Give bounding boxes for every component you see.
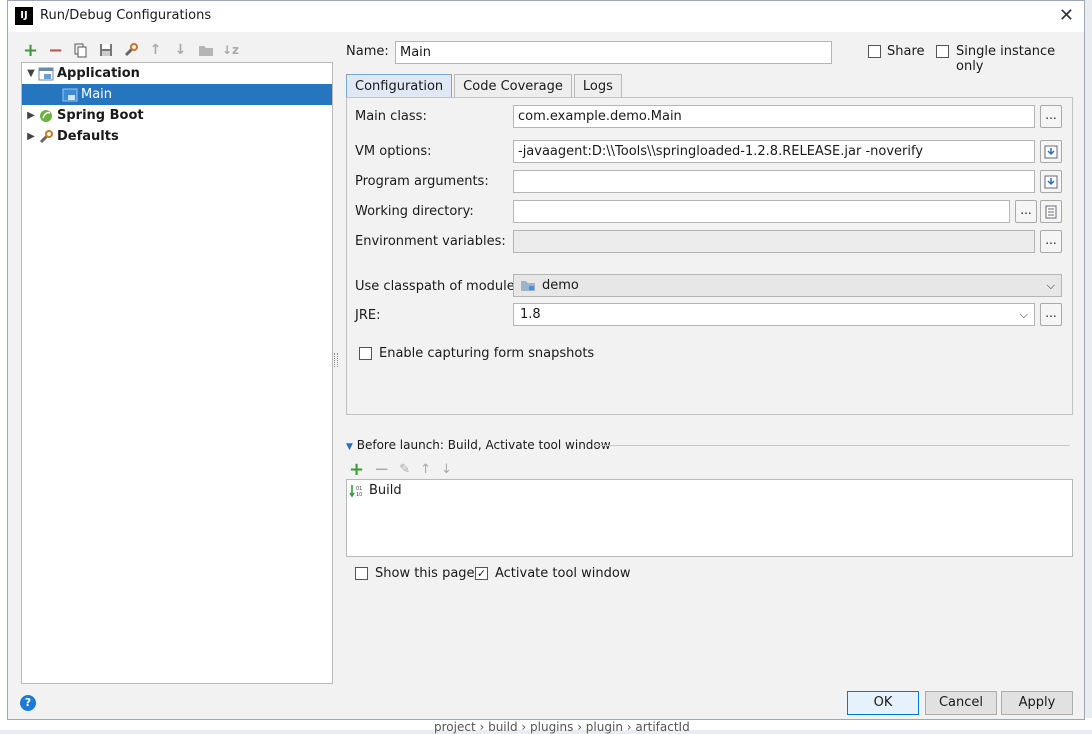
ok-button[interactable]: OK xyxy=(847,691,919,715)
snapshots-label: Enable capturing form snapshots xyxy=(379,346,595,361)
vm-options-expand-button[interactable] xyxy=(1040,140,1062,163)
env-vars-input[interactable] xyxy=(513,230,1035,253)
tree-item-defaults[interactable]: ▶ Defaults xyxy=(22,126,332,147)
folder-icon xyxy=(197,42,214,59)
chevron-right-icon[interactable]: ▶ xyxy=(24,131,38,142)
list-item-label: Build xyxy=(369,483,402,498)
before-launch-list: 01 10 Build xyxy=(346,479,1073,557)
configuration-tree: ▼ Application Main ▶ Spring Boot ▶ Defau… xyxy=(21,62,333,684)
env-vars-label: Environment variables: xyxy=(355,234,506,249)
before-launch-header[interactable]: ▼ Before launch: Build, Activate tool wi… xyxy=(346,438,611,452)
working-dir-label: Working directory: xyxy=(355,204,474,219)
tree-item-spring-boot[interactable]: ▶ Spring Boot xyxy=(22,105,332,126)
cancel-button[interactable]: Cancel xyxy=(925,691,997,715)
working-dir-input[interactable] xyxy=(513,200,1010,223)
config-tabs: Configuration Code Coverage Logs xyxy=(346,74,624,98)
show-page-checkbox[interactable] xyxy=(355,567,368,580)
working-dir-macro-button[interactable] xyxy=(1040,200,1062,223)
classpath-value: demo xyxy=(542,278,579,293)
share-label: Share xyxy=(887,44,925,59)
application-icon xyxy=(62,88,78,102)
name-input[interactable]: Main xyxy=(395,41,832,64)
tab-configuration[interactable]: Configuration xyxy=(346,74,453,98)
intellij-logo-icon: IJ xyxy=(15,7,33,25)
build-icon: 0110 xyxy=(349,484,362,498)
collapse-triangle-icon: ▼ xyxy=(346,442,353,452)
chevron-right-icon[interactable]: ▶ xyxy=(24,110,38,121)
jre-select[interactable]: 1.8 ⌵ xyxy=(513,303,1035,326)
tree-item-main[interactable]: Main xyxy=(22,84,332,105)
application-icon xyxy=(38,67,54,81)
classpath-label: Use classpath of module: xyxy=(355,279,520,294)
program-args-label: Program arguments: xyxy=(355,174,489,189)
jre-label: JRE: xyxy=(355,308,381,323)
activate-tool-window-label: Activate tool window xyxy=(495,566,631,581)
main-class-browse-button[interactable]: ... xyxy=(1040,105,1062,128)
jre-value: 1.8 xyxy=(520,307,541,322)
vm-options-input[interactable]: -javaagent:D:\\Tools\\springloaded-1.2.8… xyxy=(513,140,1035,163)
chevron-down-icon[interactable]: ▼ xyxy=(24,68,38,79)
main-class-label: Main class: xyxy=(355,109,427,124)
config-toolbar: + − ↑ ↓ ↓z xyxy=(22,40,240,61)
save-icon[interactable] xyxy=(97,42,114,59)
single-instance-checkbox[interactable] xyxy=(936,45,949,58)
working-dir-browse-button[interactable]: ... xyxy=(1015,200,1037,223)
share-checkbox[interactable] xyxy=(868,45,881,58)
tree-item-application[interactable]: ▼ Application xyxy=(22,63,332,84)
snapshots-checkbox[interactable] xyxy=(359,347,372,360)
tree-item-label: Application xyxy=(57,66,140,81)
name-label: Name: xyxy=(346,44,389,59)
wrench-icon[interactable] xyxy=(122,42,139,59)
remove-icon: − xyxy=(374,459,390,480)
add-icon[interactable]: + xyxy=(22,40,39,61)
main-class-input[interactable]: com.example.demo.Main xyxy=(513,105,1035,128)
apply-button[interactable]: Apply xyxy=(1001,691,1073,715)
jre-browse-button[interactable]: ... xyxy=(1040,303,1062,326)
expand-icon xyxy=(1044,175,1058,188)
window-title: Run/Debug Configurations xyxy=(40,8,212,23)
single-instance-label: Single instance only xyxy=(956,44,1056,74)
env-vars-browse-button[interactable]: ... xyxy=(1040,230,1062,253)
move-up-icon: ↑ xyxy=(420,462,431,477)
svg-text:10: 10 xyxy=(356,492,362,498)
add-icon[interactable]: + xyxy=(349,459,364,480)
move-down-icon: ↓ xyxy=(174,42,187,58)
vm-options-label: VM options: xyxy=(355,144,432,159)
program-args-expand-button[interactable] xyxy=(1040,170,1062,193)
divider xyxy=(593,445,1070,446)
title-bar: IJ Run/Debug Configurations ✕ xyxy=(8,1,1084,32)
move-up-icon: ↑ xyxy=(149,42,162,58)
tab-code-coverage[interactable]: Code Coverage xyxy=(454,74,572,98)
before-launch-toolbar: + − ✎ ↑ ↓ xyxy=(349,459,452,480)
tree-item-label: Main xyxy=(81,87,113,102)
tab-logs[interactable]: Logs xyxy=(573,74,622,98)
chevron-down-icon: ⌵ xyxy=(1019,307,1028,321)
program-args-input[interactable] xyxy=(513,170,1035,193)
help-icon[interactable]: ? xyxy=(20,695,36,711)
chevron-down-icon: ⌵ xyxy=(1046,278,1055,292)
edit-icon: ✎ xyxy=(399,462,411,477)
list-item[interactable]: 01 10 Build xyxy=(347,480,1072,501)
activate-tool-window-checkbox[interactable]: ✓ xyxy=(475,567,488,580)
sort-icon: ↓z xyxy=(221,43,240,57)
wrench-icon xyxy=(38,129,54,144)
classpath-select[interactable]: demo ⌵ xyxy=(513,274,1062,297)
close-icon[interactable]: ✕ xyxy=(1059,5,1074,26)
run-debug-dialog: IJ Run/Debug Configurations ✕ + − ↑ ↓ ↓z… xyxy=(7,0,1085,720)
move-down-icon: ↓ xyxy=(441,462,452,477)
tree-item-label: Defaults xyxy=(57,129,119,144)
spring-boot-icon xyxy=(38,109,54,123)
tree-item-label: Spring Boot xyxy=(57,108,144,123)
module-folder-icon xyxy=(521,281,535,291)
splitter-handle[interactable] xyxy=(334,353,338,367)
remove-icon[interactable]: − xyxy=(47,40,64,61)
expand-icon xyxy=(1044,145,1058,158)
show-page-label: Show this page xyxy=(375,566,475,581)
document-icon xyxy=(1045,205,1057,218)
copy-icon[interactable] xyxy=(72,42,89,59)
breadcrumb: project › build › plugins › plugin › art… xyxy=(434,720,690,734)
